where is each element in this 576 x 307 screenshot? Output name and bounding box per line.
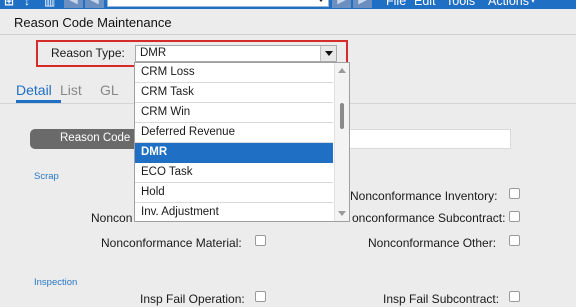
reason-type-value: DMR: [140, 47, 167, 59]
menu-tools[interactable]: Tools: [446, 0, 475, 8]
insp-fail-operation-checkbox[interactable]: [255, 291, 266, 302]
reason-type-label: Reason Type:: [51, 46, 125, 60]
tab-list[interactable]: List: [60, 82, 82, 98]
nonconformance-subcontract-label: onconformance Subcontract:: [352, 211, 506, 225]
dropdown-option[interactable]: Deferred Revenue: [135, 123, 333, 143]
dropdown-option[interactable]: CRM Task: [135, 83, 333, 103]
tab-gl[interactable]: GL: [100, 82, 119, 98]
dropdown-option[interactable]: CRM Win: [135, 103, 333, 123]
menu-edit[interactable]: Edit: [414, 0, 436, 8]
nav-first-icon[interactable]: ◀: [85, 0, 104, 8]
tab-detail[interactable]: Detail: [16, 82, 52, 98]
actions-chevron-icon[interactable]: ▾: [531, 0, 535, 8]
section-scrap: Scrap: [34, 171, 59, 182]
nav-last-icon[interactable]: ▶: [353, 0, 372, 8]
chevron-down-icon: [325, 51, 333, 56]
reason-code-button[interactable]: Reason Code: [30, 129, 142, 149]
nonconformance-material-checkbox[interactable]: [255, 235, 266, 246]
nonconformance-label-partial: Noncon: [91, 211, 133, 225]
chevron-down-icon: [317, 0, 325, 2]
record-combo[interactable]: [107, 0, 329, 7]
insp-fail-subcontract-checkbox[interactable]: [509, 291, 520, 302]
nonconformance-inventory-label: Nonconformance Inventory:: [350, 189, 498, 203]
dropdown-option[interactable]: CRM Loss: [135, 63, 333, 83]
menu-actions[interactable]: Actions: [488, 0, 529, 8]
nonconformance-other-checkbox[interactable]: [509, 235, 520, 246]
navigation-icon[interactable]: ↕: [24, 0, 30, 8]
dropdown-option[interactable]: Inv. Adjustment: [135, 203, 333, 221]
dropdown-option[interactable]: Hold: [135, 183, 333, 203]
section-inspection: Inspection: [34, 277, 78, 288]
scroll-thumb[interactable]: [340, 103, 344, 129]
dropdown-scrollbar[interactable]: [334, 63, 349, 221]
window-title: Reason Code Maintenance: [14, 15, 172, 30]
scroll-up-icon[interactable]: [338, 68, 346, 73]
layout-icon[interactable]: ⊞: [4, 0, 14, 8]
top-toolbar: ⊞ ↕ ▥ ◀ ◀ ▶ ▶ File Edit Tools Actions ▾: [0, 0, 576, 9]
grid-icon[interactable]: ▥: [44, 0, 55, 8]
insp-fail-subcontract-label: Insp Fail Subcontract:: [383, 292, 500, 306]
nav-back-icon[interactable]: ◀: [64, 0, 83, 8]
scroll-down-icon[interactable]: [338, 211, 346, 216]
nonconformance-other-label: Nonconformance Other:: [368, 236, 497, 250]
description-field[interactable]: [345, 129, 511, 149]
dropdown-option-selected[interactable]: DMR: [135, 143, 333, 163]
nonconformance-inventory-checkbox[interactable]: [509, 188, 520, 199]
nonconformance-subcontract-checkbox[interactable]: [509, 211, 520, 222]
insp-fail-operation-label: Insp Fail Operation:: [140, 292, 245, 306]
nonconformance-material-label: Nonconformance Material:: [101, 236, 242, 250]
divider: [0, 34, 576, 35]
dropdown-button[interactable]: [320, 46, 336, 61]
reason-type-dropdown-list[interactable]: CRM Loss CRM Task CRM Win Deferred Reven…: [134, 62, 350, 222]
dropdown-option[interactable]: ECO Task: [135, 163, 333, 183]
menu-file[interactable]: File: [386, 0, 406, 8]
reason-type-select[interactable]: DMR: [135, 45, 337, 62]
nav-next-icon[interactable]: ▶: [332, 0, 351, 8]
